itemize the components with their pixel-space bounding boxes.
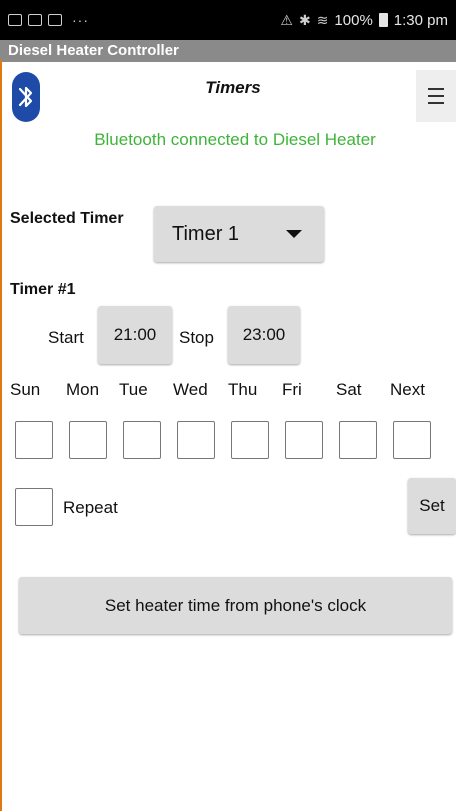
status-bar: ··· ⚠ ✱ ≋ 100% 1:30 pm [0, 0, 456, 40]
sync-phone-clock-button[interactable]: Set heater time from phone's clock [19, 577, 452, 634]
day-label-wed: Wed [173, 380, 208, 399]
image-notification-icon [8, 14, 22, 26]
system-icons: ⚠ ✱ ≋ 100% 1:30 pm [280, 12, 448, 29]
day-label-next: Next [390, 380, 425, 399]
app-title-bar: Diesel Heater Controller [0, 40, 456, 62]
timer-select-value: Timer 1 [172, 222, 240, 245]
notification-icons: ··· [8, 12, 89, 28]
day-checkbox-tue[interactable] [123, 421, 161, 459]
day-label-mon: Mon [66, 380, 100, 399]
page-title: Timers [205, 78, 261, 97]
repeat-label: Repeat [63, 498, 118, 517]
day-checkbox-sat[interactable] [339, 421, 377, 459]
day-checkbox-fri[interactable] [285, 421, 323, 459]
more-notifications-icon: ··· [72, 12, 89, 28]
day-checkbox-thu[interactable] [231, 421, 269, 459]
video-notification-icon [48, 14, 62, 26]
wifi-signal-icon: ≋ [316, 11, 329, 28]
selected-timer-label: Selected Timer [10, 210, 124, 227]
day-label-sat: Sat [336, 380, 362, 399]
menu-line [428, 102, 444, 104]
start-time-value: 21:00 [113, 325, 157, 344]
bluetooth-status-text: Bluetooth connected to Diesel Heater [94, 130, 376, 149]
battery-percent: 100% [334, 11, 373, 29]
stop-time-button[interactable]: 23:00 [228, 306, 300, 364]
stop-label: Stop [179, 328, 214, 347]
day-checkbox-sun[interactable] [15, 421, 53, 459]
timer-heading: Timer #1 [10, 281, 76, 298]
day-checkbox-wed[interactable] [177, 421, 215, 459]
menu-line [428, 95, 444, 97]
timer-select-dropdown[interactable]: Timer 1 [154, 206, 324, 262]
app-screen: ··· ⚠ ✱ ≋ 100% 1:30 pm Diesel Heater Con… [0, 0, 456, 811]
day-checkbox-mon[interactable] [69, 421, 107, 459]
battery-icon [378, 13, 388, 27]
menu-line [428, 88, 444, 90]
alert-icon: ⚠ [280, 11, 293, 28]
clock-time: 1:30 pm [393, 11, 448, 29]
day-label-sun: Sun [10, 380, 41, 399]
caret-down-icon [286, 230, 302, 238]
day-label-tue: Tue [119, 380, 148, 399]
left-edge-accent [0, 60, 2, 811]
set-timer-label: Set [419, 496, 445, 515]
bluetooth-status-icon: ✱ [298, 11, 311, 28]
day-checkbox-next[interactable] [393, 421, 431, 459]
repeat-checkbox[interactable] [15, 488, 53, 526]
start-time-button[interactable]: 21:00 [98, 306, 172, 364]
day-label-fri: Fri [282, 380, 302, 399]
sync-phone-clock-label: Set heater time from phone's clock [104, 595, 367, 615]
start-label: Start [48, 328, 84, 347]
set-timer-button[interactable]: Set [408, 478, 456, 534]
day-label-thu: Thu [228, 380, 258, 399]
app-title: Diesel Heater Controller [8, 42, 179, 59]
stop-time-value: 23:00 [242, 325, 286, 344]
mail-notification-icon [28, 14, 42, 26]
hamburger-menu-icon[interactable] [416, 70, 456, 122]
